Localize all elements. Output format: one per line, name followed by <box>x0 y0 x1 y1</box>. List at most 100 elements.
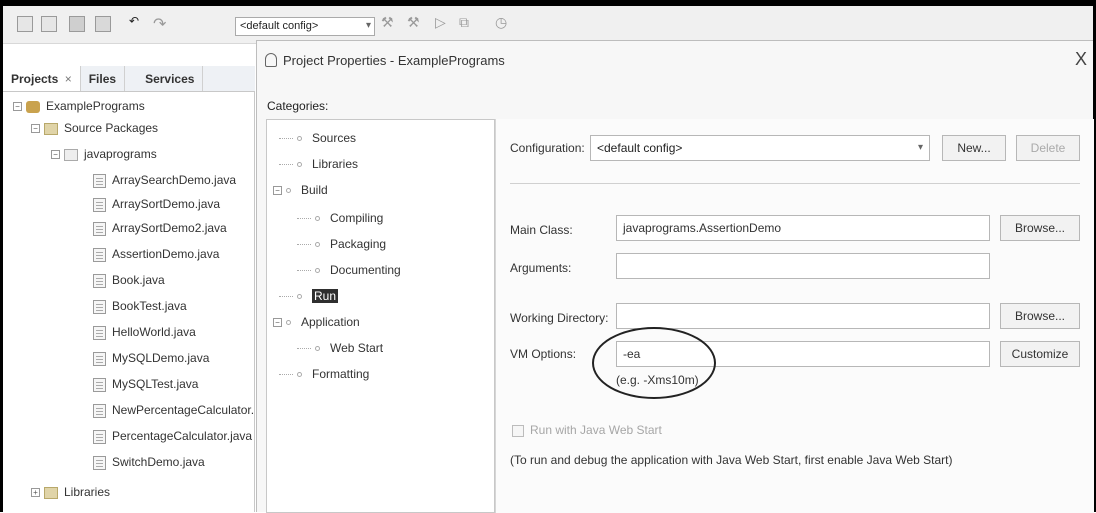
category-libraries[interactable]: Libraries <box>279 154 358 174</box>
tab-files[interactable]: Files <box>81 66 126 91</box>
close-icon[interactable]: × <box>65 72 72 86</box>
debug-icon[interactable]: ⧉ <box>459 14 479 34</box>
tree-node-label: ExamplePrograms <box>46 99 145 113</box>
java-file-icon <box>93 403 106 418</box>
tab-services[interactable]: Services <box>125 66 204 91</box>
collapse-toggle-icon[interactable]: − <box>31 124 40 134</box>
new-project-icon[interactable] <box>39 14 59 34</box>
tree-node-project[interactable]: − ExamplePrograms <box>13 96 145 116</box>
node-icon <box>315 268 320 274</box>
browse-working-dir-button[interactable]: Browse... <box>1000 303 1080 329</box>
netbeans-icon <box>265 53 277 67</box>
tree-file[interactable]: NewPercentageCalculator. <box>93 400 254 420</box>
java-file-icon <box>93 377 106 392</box>
category-sources[interactable]: Sources <box>279 128 356 148</box>
web-start-checkbox <box>512 425 524 437</box>
tab-services-label: Services <box>145 72 195 86</box>
clean-build-icon[interactable]: ⚒ <box>407 14 427 34</box>
tree-file[interactable]: SwitchDemo.java <box>93 452 205 472</box>
category-application[interactable]: − Application <box>273 312 360 332</box>
dialog-title-text: Project Properties - ExamplePrograms <box>283 53 505 68</box>
config-select[interactable]: <default config> ▾ <box>235 17 375 36</box>
category-build[interactable]: − Build <box>273 180 328 200</box>
java-file-icon <box>93 173 106 188</box>
collapse-toggle-icon[interactable]: − <box>51 150 60 160</box>
category-compiling[interactable]: Compiling <box>297 208 383 228</box>
collapse-toggle-icon[interactable]: − <box>273 186 282 196</box>
tree-node-package[interactable]: − javaprograms <box>51 144 157 164</box>
folder-icon <box>44 122 58 135</box>
open-project-icon[interactable] <box>67 14 87 34</box>
tab-files-label: Files <box>88 72 117 86</box>
tree-file[interactable]: ArraySortDemo2.java <box>93 218 227 238</box>
configuration-label: Configuration: <box>510 141 585 155</box>
categories-label: Categories: <box>267 99 329 113</box>
main-class-label: Main Class: <box>510 223 573 237</box>
java-file-icon <box>93 221 106 236</box>
redo-icon[interactable]: ↷ <box>153 14 173 34</box>
file-label: ArraySortDemo2.java <box>112 221 227 235</box>
new-config-button[interactable]: New... <box>942 135 1006 161</box>
category-packaging[interactable]: Packaging <box>297 234 386 254</box>
tree-file[interactable]: HelloWorld.java <box>93 322 196 342</box>
libraries-folder-icon <box>44 486 58 499</box>
build-icon[interactable]: ⚒ <box>381 14 401 34</box>
tree-file[interactable]: BookTest.java <box>93 296 187 316</box>
tree-file[interactable]: MySQLDemo.java <box>93 348 209 368</box>
java-file-icon <box>93 299 106 314</box>
file-label: AssertionDemo.java <box>112 247 220 261</box>
file-label: BookTest.java <box>112 299 187 313</box>
tree-file[interactable]: ArraySearchDemo.java <box>93 170 236 190</box>
working-directory-input[interactable] <box>616 303 990 329</box>
node-icon <box>297 162 302 168</box>
close-button[interactable]: X <box>1075 49 1087 70</box>
save-all-icon[interactable] <box>93 14 113 34</box>
arguments-input[interactable] <box>616 253 990 279</box>
file-label: SwitchDemo.java <box>112 455 205 469</box>
separator <box>510 183 1080 184</box>
category-web-start[interactable]: Web Start <box>297 338 383 358</box>
java-file-icon <box>93 273 106 288</box>
category-run[interactable]: Run <box>279 286 339 306</box>
tree-file[interactable]: MySQLTest.java <box>93 374 198 394</box>
category-label: Web Start <box>330 341 384 355</box>
configuration-value: <default config> <box>597 141 683 155</box>
tree-node-source-packages[interactable]: − Source Packages <box>31 118 158 138</box>
projects-tabs: Projects × Files Services <box>3 66 255 92</box>
expand-toggle-icon[interactable]: + <box>31 488 40 498</box>
tree-file[interactable]: ArraySortDemo.java <box>93 194 220 214</box>
collapse-toggle-icon[interactable]: − <box>13 102 22 112</box>
main-class-input[interactable]: javaprograms.AssertionDemo <box>616 215 990 241</box>
java-file-icon <box>93 351 106 366</box>
node-icon <box>297 136 302 142</box>
file-label: MySQLTest.java <box>112 377 199 391</box>
run-icon[interactable]: ▷ <box>435 14 455 34</box>
node-icon <box>297 372 302 378</box>
tree-file[interactable]: Book.java <box>93 270 165 290</box>
category-label: Sources <box>312 131 357 145</box>
category-label: Packaging <box>330 237 387 251</box>
tree-node-libraries[interactable]: + Libraries <box>31 482 110 502</box>
undo-icon[interactable]: ↶ <box>129 14 149 34</box>
customize-button[interactable]: Customize <box>1000 341 1080 367</box>
collapse-toggle-icon[interactable]: − <box>273 318 282 328</box>
category-label: Run <box>312 289 339 303</box>
category-label: Documenting <box>330 263 401 277</box>
profile-icon[interactable]: ◷ <box>495 14 515 34</box>
tree-file[interactable]: AssertionDemo.java <box>93 244 219 264</box>
file-label: Book.java <box>112 273 165 287</box>
project-properties-dialog: Project Properties - ExamplePrograms X C… <box>256 40 1094 513</box>
browse-main-class-button[interactable]: Browse... <box>1000 215 1080 241</box>
config-select-value: <default config> <box>240 20 319 32</box>
tree-node-label: Source Packages <box>64 121 159 135</box>
file-label: NewPercentageCalculator. <box>112 403 255 417</box>
category-documenting[interactable]: Documenting <box>297 260 401 280</box>
file-label: MySQLDemo.java <box>112 351 210 365</box>
tree-node-label: javaprograms <box>84 147 157 161</box>
new-file-icon[interactable] <box>15 14 35 34</box>
file-label: PercentageCalculator.java <box>112 429 253 443</box>
configuration-select[interactable]: <default config> ▾ <box>590 135 930 161</box>
category-formatting[interactable]: Formatting <box>279 364 369 384</box>
tab-projects[interactable]: Projects × <box>3 66 81 91</box>
tree-file[interactable]: PercentageCalculator.java <box>93 426 252 446</box>
